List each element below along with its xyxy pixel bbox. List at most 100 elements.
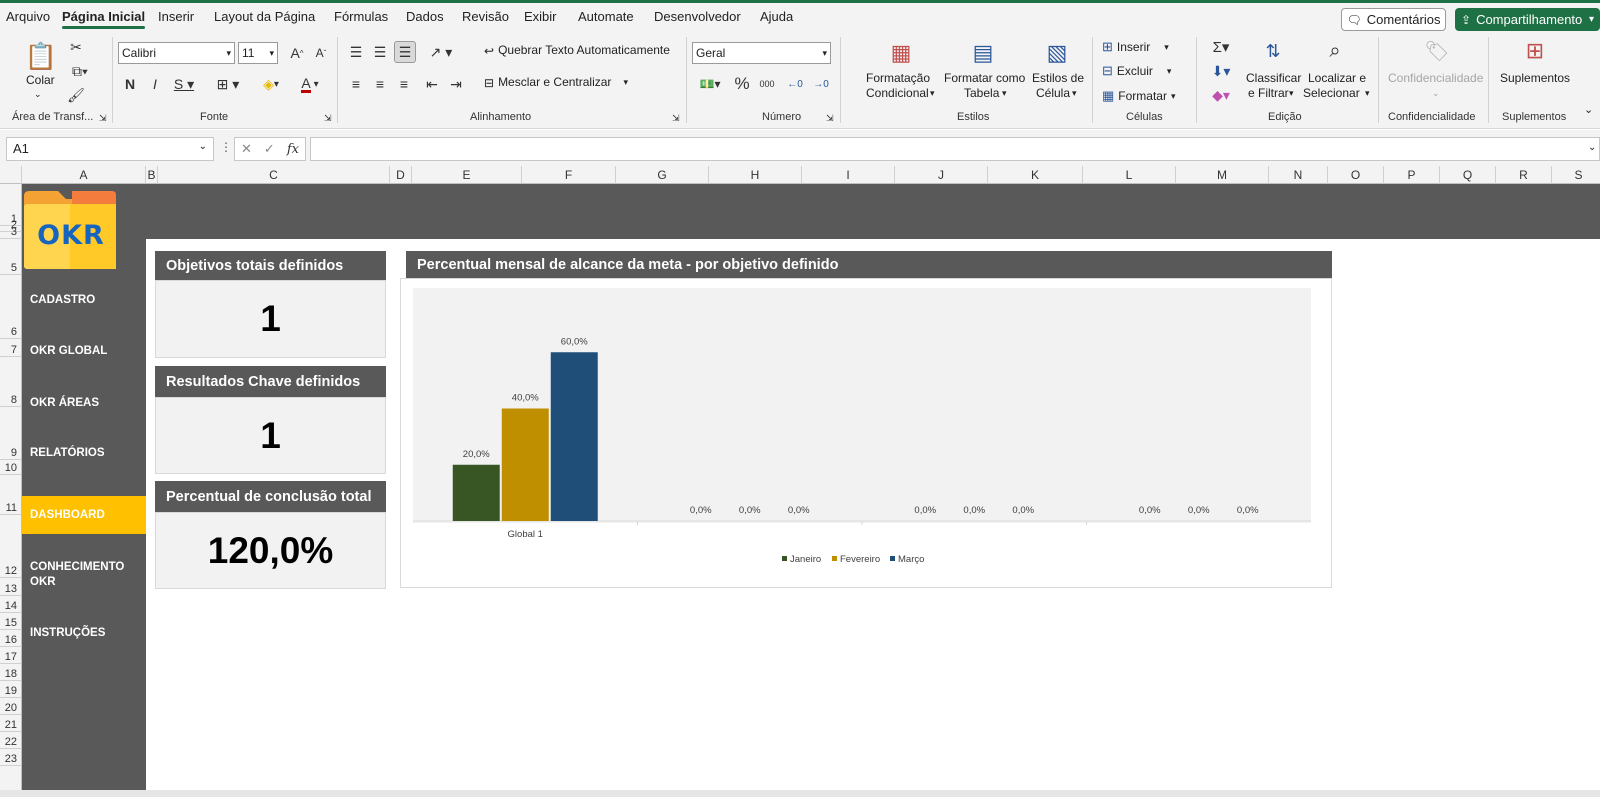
row-header-9[interactable]: 9 [0,407,22,460]
format-as-table-icon[interactable]: ▤ [968,39,998,67]
sidebar-item-instrucoes[interactable]: INSTRUÇÕES [22,618,146,648]
underline-icon[interactable]: S ▾ [170,73,198,95]
dialog-launcher-icon[interactable]: ⇲ [324,111,332,126]
increase-indent-icon[interactable]: ⇥ [446,73,466,95]
cell-styles-label-1[interactable]: Estilos de [1032,71,1084,86]
row-header-13[interactable]: 13 [0,578,22,596]
sort-filter-label-2[interactable]: e Filtrar [1248,86,1289,101]
tab-ajuda[interactable]: Ajuda [760,9,793,24]
column-header-p[interactable]: P [1384,166,1440,184]
format-as-table-label-2[interactable]: Tabela [964,86,999,101]
borders-icon[interactable]: ⊞ ▾ [212,73,244,95]
cell-styles-icon[interactable]: ▧ [1042,39,1072,67]
fill-color-icon[interactable]: ◈ ▾ [254,73,288,95]
formula-input[interactable] [310,137,1600,161]
row-header-21[interactable]: 21 [0,715,22,732]
paste-label[interactable]: Colar [26,73,55,88]
tab-arquivo[interactable]: Arquivo [6,9,50,24]
column-header-e[interactable]: E [412,166,522,184]
number-format-select[interactable]: Geral ▾ [692,42,831,64]
share-button[interactable]: ⇪ Compartilhamento ▾ [1455,8,1600,31]
row-header-16[interactable]: 16 [0,630,22,647]
format-as-table-label-1[interactable]: Formatar como [944,71,1025,86]
row-header-10[interactable]: 10 [0,460,22,475]
decrease-font-icon[interactable]: Aˇ [312,42,330,64]
column-header-o[interactable]: O [1328,166,1384,184]
sidebar-item-relatorios[interactable]: RELATÓRIOS [22,438,146,468]
row-header-6[interactable]: 6 [0,275,22,339]
align-left-icon[interactable]: ≡ [346,73,366,95]
column-header-h[interactable]: H [709,166,802,184]
row-header-14[interactable]: 14 [0,596,22,613]
select-all-corner[interactable] [0,166,22,184]
orientation-icon[interactable]: ↗ ▾ [424,41,458,63]
fill-icon[interactable]: ⬇▾ [1206,61,1236,81]
tab-layout-pagina[interactable]: Layout da Página [214,9,315,24]
clear-icon[interactable]: ◆▾ [1206,85,1236,105]
row-header-11[interactable]: 11 [0,475,22,515]
row-header-12[interactable]: 12 [0,515,22,578]
conditional-formatting-label-2[interactable]: Condicional [866,86,929,101]
row-header-18[interactable]: 18 [0,664,22,681]
row-header-22[interactable]: 22 [0,732,22,749]
find-select-label-1[interactable]: Localizar e [1308,71,1366,86]
dialog-launcher-icon[interactable]: ⇲ [672,111,680,126]
name-box[interactable]: A1 ⌄ [6,137,214,161]
column-header-i[interactable]: I [802,166,895,184]
addins-label[interactable]: Suplementos [1500,71,1570,86]
tab-desenvolvedor[interactable]: Desenvolvedor [654,9,741,24]
confirm-icon[interactable]: ✓ [264,141,275,157]
sidebar-item-cadastro[interactable]: CADASTRO [22,285,146,315]
cut-icon[interactable]: ✂ [66,37,86,57]
align-bottom-icon[interactable]: ☰ [394,41,416,63]
thousands-icon[interactable]: 000 [756,73,778,95]
column-header-a[interactable]: A [22,166,146,184]
tab-exibir[interactable]: Exibir [524,9,557,24]
tab-inserir[interactable]: Inserir [158,9,194,24]
row-header-15[interactable]: 15 [0,613,22,630]
paste-icon[interactable]: 📋 [24,39,58,73]
column-header-m[interactable]: M [1176,166,1269,184]
dialog-launcher-icon[interactable]: ⇲ [99,111,107,126]
column-header-g[interactable]: G [616,166,709,184]
cancel-icon[interactable]: ✕ [241,141,252,157]
addins-icon[interactable]: ⊞ [1520,37,1550,65]
increase-decimal-icon[interactable]: ←0 [784,73,806,95]
column-header-b[interactable]: B [146,166,158,184]
decrease-indent-icon[interactable]: ⇤ [422,73,442,95]
align-middle-icon[interactable]: ☰ [370,41,390,63]
sidebar-item-okr-areas[interactable]: OKR ÁREAS [22,388,146,418]
delete-cells-button[interactable]: ⊟ Excluir ▾ [1102,63,1171,79]
tab-pagina-inicial[interactable]: Página Inicial [62,9,146,29]
column-header-n[interactable]: N [1269,166,1328,184]
row-header-3[interactable]: 3 [0,226,22,239]
column-header-l[interactable]: L [1083,166,1176,184]
sort-filter-label-1[interactable]: Classificar [1246,71,1301,86]
more-options-icon[interactable]: ⋮ [220,140,232,154]
sidebar-item-conhecimento-okr[interactable]: CONHECIMENTO OKR [22,558,146,592]
cell-styles-label-2[interactable]: Célula [1036,86,1070,101]
align-center-icon[interactable]: ≡ [370,73,390,95]
chevron-down-icon[interactable]: ⌄ [34,87,42,102]
merge-center-button[interactable]: ⊟ Mesclar e Centralizar ▾ [484,75,628,90]
tab-revisao[interactable]: Revisão [462,9,509,24]
tab-dados[interactable]: Dados [406,9,444,24]
sidebar-item-dashboard[interactable]: DASHBOARD [22,496,146,534]
copy-icon[interactable]: ⧉▾ [66,61,94,81]
italic-icon[interactable]: I [146,73,164,95]
sort-filter-icon[interactable]: ⇅ [1258,37,1288,65]
align-top-icon[interactable]: ☰ [346,41,366,63]
find-select-icon[interactable]: ⌕ [1320,37,1350,65]
accounting-icon[interactable]: 💵▾ [694,73,726,95]
increase-font-icon[interactable]: A ^ [288,42,306,64]
decrease-decimal-icon[interactable]: →0 [810,73,832,95]
column-header-k[interactable]: K [988,166,1083,184]
autosum-icon[interactable]: Σ▾ [1206,37,1236,57]
font-name-select[interactable]: Calibri ▾ [118,42,235,64]
column-header-c[interactable]: C [158,166,390,184]
row-header-8[interactable]: 8 [0,357,22,407]
column-header-f[interactable]: F [522,166,616,184]
dialog-launcher-icon[interactable]: ⇲ [826,111,834,126]
sidebar-item-okr-global[interactable]: OKR GLOBAL [22,336,146,366]
wrap-text-button[interactable]: ↩ Quebrar Texto Automaticamente [484,43,670,58]
